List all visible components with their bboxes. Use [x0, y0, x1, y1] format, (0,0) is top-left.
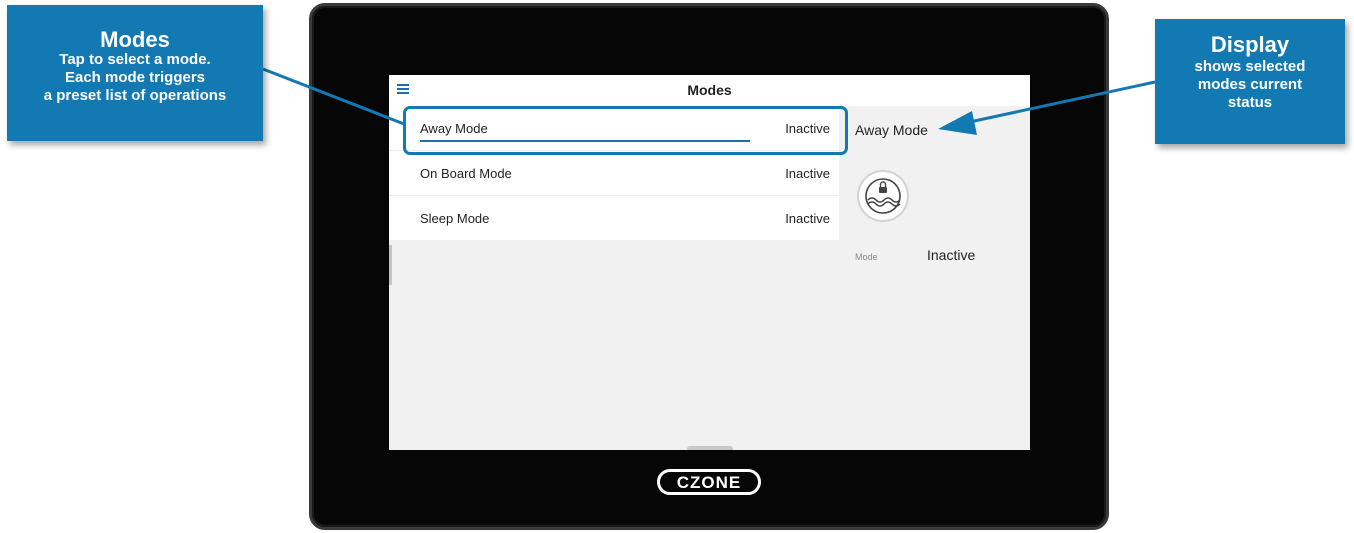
mode-state: Inactive	[785, 166, 830, 181]
callout-heading: Display	[1210, 32, 1290, 57]
bottom-drawer-handle[interactable]	[687, 446, 733, 450]
svg-text:CZONE: CZONE	[677, 473, 742, 492]
mode-label: Sleep Mode	[420, 211, 490, 226]
anchor-lock-icon[interactable]	[856, 169, 910, 223]
mode-row-on-board[interactable]: On Board Mode Inactive	[389, 151, 839, 196]
page-title: Modes	[687, 82, 732, 98]
title-bar: Modes	[389, 75, 1030, 106]
czone-logo: CZONE	[657, 469, 761, 495]
detail-field-value: Inactive	[927, 247, 976, 263]
callout-line: status	[1227, 94, 1273, 111]
display-callout: Display shows selected modes current sta…	[1155, 19, 1345, 144]
callout-line: Each mode triggers	[64, 69, 206, 86]
mode-row-sleep[interactable]: Sleep Mode Inactive	[389, 196, 839, 241]
selected-mode-highlight	[403, 106, 848, 155]
mode-state: Inactive	[785, 211, 830, 226]
detail-field-label: Mode	[855, 252, 878, 262]
mode-label: On Board Mode	[420, 166, 512, 181]
modes-callout: Modes Tap to select a mode. Each mode tr…	[7, 5, 263, 141]
callout-line: a preset list of operations	[43, 87, 227, 104]
side-drawer-handle[interactable]	[389, 245, 392, 285]
callout-line: Tap to select a mode.	[59, 51, 211, 68]
detail-title: Away Mode	[855, 122, 928, 138]
callout-line: modes current	[1197, 76, 1303, 93]
callout-line: shows selected	[1194, 58, 1306, 75]
callout-heading: Modes	[100, 27, 170, 52]
